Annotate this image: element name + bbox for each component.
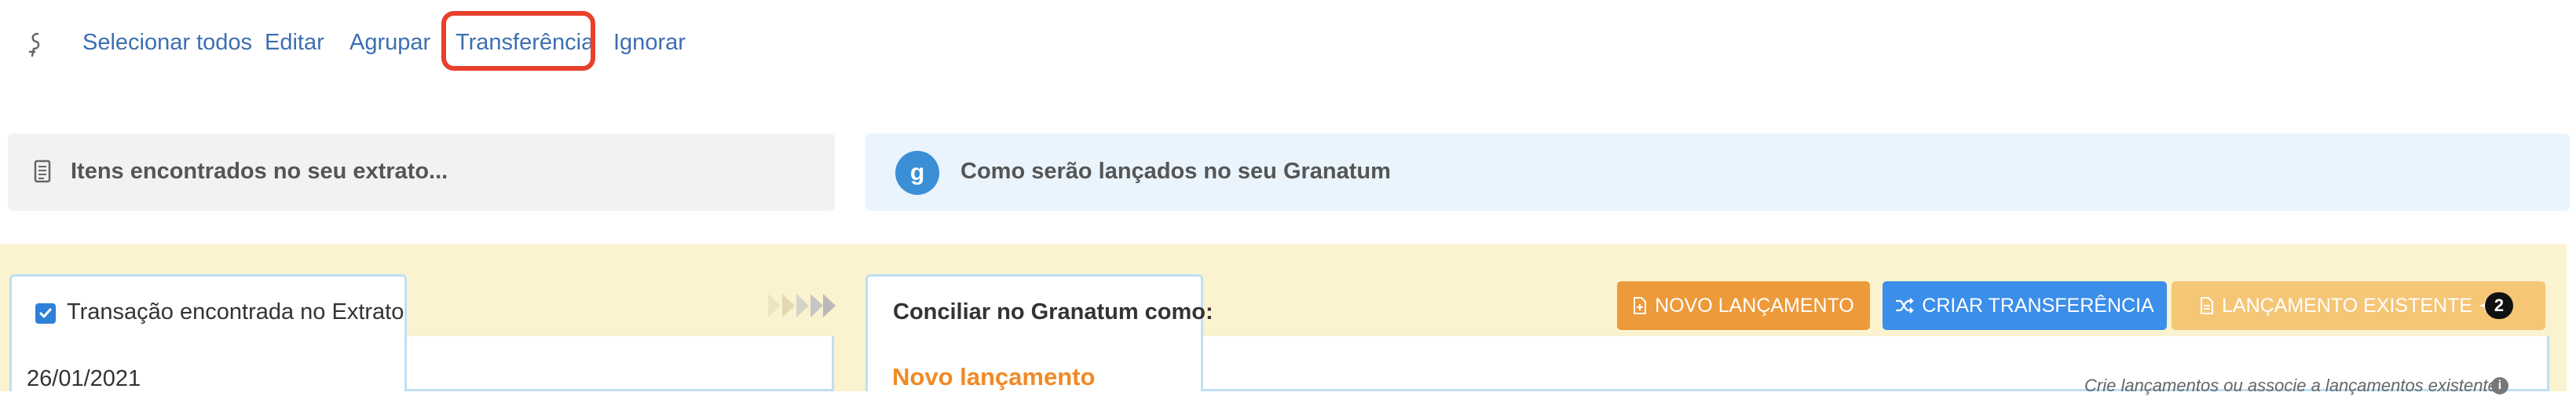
extract-transaction-label: Transação encontrada no Extrato [67,299,404,324]
transfer-highlight-box [441,11,595,71]
new-entry-button[interactable]: NOVO LANÇAMENTO [1617,281,1870,330]
existing-count-badge: 2 [2485,292,2513,319]
document-icon [2201,297,2213,314]
granatum-logo-icon: g [895,151,939,195]
create-transfer-button[interactable]: CRIAR TRANSFERÊNCIA [1883,281,2167,330]
new-document-icon [1634,297,1647,314]
new-entry-button-label: NOVO LANÇAMENTO [1655,294,1854,317]
reconcile-tab-label: Conciliar no Granatum como: [893,299,1213,324]
select-transaction-checkbox[interactable] [35,303,56,324]
edit-link[interactable]: Editar [265,27,324,58]
reconcile-hint: Crie lançamentos ou associe a lançamento… [2084,376,2506,395]
pin-icon[interactable] [27,31,44,58]
ignore-link[interactable]: Ignorar [613,27,686,58]
info-icon[interactable]: i [2491,377,2508,394]
transaction-date: 26/01/2021 [27,366,141,391]
create-transfer-button-label: CRIAR TRANSFERÊNCIA [1922,294,2154,317]
extract-items-title: Itens encontrados no seu extrato... [71,159,448,184]
shuffle-icon [1896,298,1914,314]
select-all-link[interactable]: Selecionar todos [82,27,252,58]
document-list-icon [34,160,51,187]
extract-items-panel: Itens encontrados no seu extrato... [8,134,835,211]
granatum-panel: g Como serão lançados no seu Granatum [865,134,2570,211]
existing-entry-button-label: LANÇAMENTO EXISTENTE [2222,294,2473,317]
new-entry-section-title: Novo lançamento [892,363,1096,390]
group-link[interactable]: Agrupar [349,27,430,58]
granatum-panel-title: Como serão lançados no seu Granatum [961,159,1391,184]
forward-arrows-icon [768,292,836,323]
